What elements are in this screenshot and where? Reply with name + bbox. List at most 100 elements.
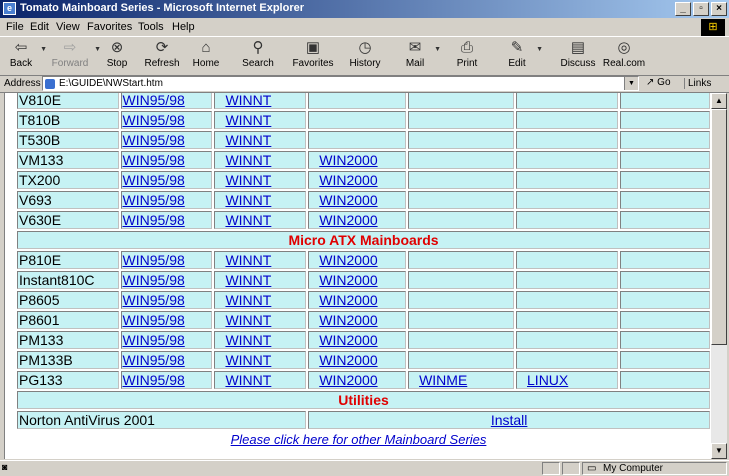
driver-link-win2000[interactable]: WIN2000 [319, 152, 377, 168]
edit-dropdown-icon[interactable]: ▼ [536, 46, 543, 53]
print-button[interactable]: ⎙ Print [450, 38, 484, 74]
driver-link-win2000[interactable]: WIN2000 [319, 352, 377, 368]
scroll-up-icon[interactable]: ▲ [711, 93, 727, 109]
driver-link-win2000[interactable]: WIN2000 [319, 292, 377, 308]
driver-link-win2000[interactable]: WIN2000 [319, 212, 377, 228]
driver-cell: WIN95/98 [120, 93, 213, 109]
driver-link-winnt[interactable]: WINNT [225, 312, 271, 328]
menu-edit[interactable]: Edit [30, 21, 49, 33]
install-link[interactable]: Install [491, 412, 528, 428]
edit-button[interactable]: ✎ Edit ▼ [500, 38, 543, 74]
driver-link-winnt[interactable]: WINNT [225, 252, 271, 268]
address-bar: Address E:\GUIDE\NWStart.htm ▼ ↗ Go Link… [0, 76, 729, 93]
stop-button[interactable]: ⊗ Stop [100, 38, 134, 74]
scroll-down-icon[interactable]: ▼ [711, 443, 727, 459]
links-button[interactable]: Links [684, 78, 711, 89]
address-dropdown-icon[interactable]: ▼ [624, 77, 638, 90]
maximize-button[interactable]: ▫ [693, 2, 709, 16]
stop-icon: ⊗ [110, 39, 124, 56]
forward-button[interactable]: ⇨ Forward ▼ [48, 38, 101, 74]
driver-link-win95-98[interactable]: WIN95/98 [123, 152, 185, 168]
driver-link-winnt[interactable]: WINNT [225, 152, 271, 168]
driver-link-linux[interactable]: LINUX [527, 372, 568, 388]
driver-link-win2000[interactable]: WIN2000 [319, 252, 377, 268]
driver-link-win95-98[interactable]: WIN95/98 [123, 192, 185, 208]
close-button[interactable]: × [711, 2, 727, 16]
driver-link-winnt[interactable]: WINNT [225, 212, 271, 228]
driver-link-win95-98[interactable]: WIN95/98 [123, 332, 185, 348]
menu-view[interactable]: View [56, 21, 80, 33]
driver-link-win95-98[interactable]: WIN95/98 [123, 93, 185, 108]
mainboard-model: P810E [17, 251, 119, 269]
driver-cell: WIN95/98 [120, 351, 213, 369]
page-content: V810E WIN95/98 WINNT T810B WIN95/98 WINNT T530… [4, 93, 712, 459]
back-button[interactable]: ⇦ Back ▼ [4, 38, 47, 74]
scroll-thumb[interactable] [711, 109, 727, 345]
driver-link-winnt[interactable]: WINNT [225, 352, 271, 368]
driver-link-winme[interactable]: WINME [419, 372, 467, 388]
mail-dropdown-icon[interactable]: ▼ [434, 46, 441, 53]
driver-link-win95-98[interactable]: WIN95/98 [123, 212, 185, 228]
driver-link-winnt[interactable]: WINNT [225, 332, 271, 348]
driver-link-win95-98[interactable]: WIN95/98 [123, 132, 185, 148]
driver-cell [408, 311, 515, 329]
driver-link-win95-98[interactable]: WIN95/98 [123, 352, 185, 368]
driver-link-win95-98[interactable]: WIN95/98 [123, 292, 185, 308]
driver-link-win2000[interactable]: WIN2000 [319, 332, 377, 348]
refresh-button[interactable]: ⟳ Refresh [140, 38, 184, 74]
discuss-button[interactable]: ▤ Discuss [556, 38, 600, 74]
back-dropdown-icon[interactable]: ▼ [40, 46, 47, 53]
window-title: Tomato Mainboard Series - Microsoft Inte… [20, 2, 305, 14]
menu-favorites[interactable]: Favorites [87, 21, 132, 33]
menu-tools[interactable]: Tools [138, 21, 164, 33]
driver-link-winnt[interactable]: WINNT [225, 272, 271, 288]
edit-icon: ✎ [510, 39, 524, 56]
driver-link-win95-98[interactable]: WIN95/98 [123, 372, 185, 388]
driver-link-winnt[interactable]: WINNT [225, 192, 271, 208]
driver-link-win95-98[interactable]: WIN95/98 [123, 252, 185, 268]
driver-link-win95-98[interactable]: WIN95/98 [123, 312, 185, 328]
minimize-button[interactable]: _ [675, 2, 691, 16]
favorites-button[interactable]: ▣ Favorites [284, 38, 342, 74]
mail-button[interactable]: ✉ Mail ▼ [398, 38, 441, 74]
driver-cell [408, 191, 515, 209]
home-button[interactable]: ⌂ Home [188, 38, 224, 74]
menu-file[interactable]: File [6, 21, 24, 33]
table-row: T530B WIN95/98 WINNT [17, 131, 710, 149]
address-input[interactable]: E:\GUIDE\NWStart.htm ▼ [42, 76, 639, 91]
zone-indicator: ▭ My Computer [582, 462, 727, 475]
driver-link-win2000[interactable]: WIN2000 [319, 312, 377, 328]
driver-cell [516, 191, 619, 209]
utility-name: Norton AntiVirus 2001 [17, 411, 307, 429]
driver-link-win2000[interactable]: WIN2000 [319, 372, 377, 388]
menu-help[interactable]: Help [172, 21, 195, 33]
driver-link-win2000[interactable]: WIN2000 [319, 192, 377, 208]
driver-link-winnt[interactable]: WINNT [225, 93, 271, 108]
table-row: V693 WIN95/98 WINNT WIN2000 [17, 191, 710, 209]
driver-link-winnt[interactable]: WINNT [225, 372, 271, 388]
driver-link-win2000[interactable]: WIN2000 [319, 272, 377, 288]
driver-link-winnt[interactable]: WINNT [225, 112, 271, 128]
address-url[interactable]: E:\GUIDE\NWStart.htm [59, 78, 163, 89]
table-row: PG133 WIN95/98 WINNT WIN2000 WINME LINUX [17, 371, 710, 389]
driver-cell [620, 371, 710, 389]
table-row: VM133 WIN95/98 WINNT WIN2000 [17, 151, 710, 169]
search-button[interactable]: ⚲ Search [236, 38, 280, 74]
history-button[interactable]: ◷ History [342, 38, 388, 74]
vertical-scrollbar[interactable]: ▲ ▼ [711, 93, 727, 459]
go-button[interactable]: ↗ Go [646, 77, 671, 88]
driver-link-winnt[interactable]: WINNT [225, 292, 271, 308]
other-series-link[interactable]: Please click here for other Mainboard Se… [231, 432, 487, 447]
driver-cell [408, 151, 515, 169]
mainboard-model: V693 [17, 191, 119, 209]
driver-link-win95-98[interactable]: WIN95/98 [123, 272, 185, 288]
table-row: TX200 WIN95/98 WINNT WIN2000 [17, 171, 710, 189]
table-row: Norton AntiVirus 2001 Install [17, 411, 710, 429]
driver-link-win95-98[interactable]: WIN95/98 [123, 112, 185, 128]
driver-link-winnt[interactable]: WINNT [225, 172, 271, 188]
driver-link-win2000[interactable]: WIN2000 [319, 172, 377, 188]
section-title-utilities: Utilities [17, 391, 710, 409]
driver-link-win95-98[interactable]: WIN95/98 [123, 172, 185, 188]
driver-link-winnt[interactable]: WINNT [225, 132, 271, 148]
realcom-button[interactable]: ◎ Real.com [600, 38, 648, 74]
